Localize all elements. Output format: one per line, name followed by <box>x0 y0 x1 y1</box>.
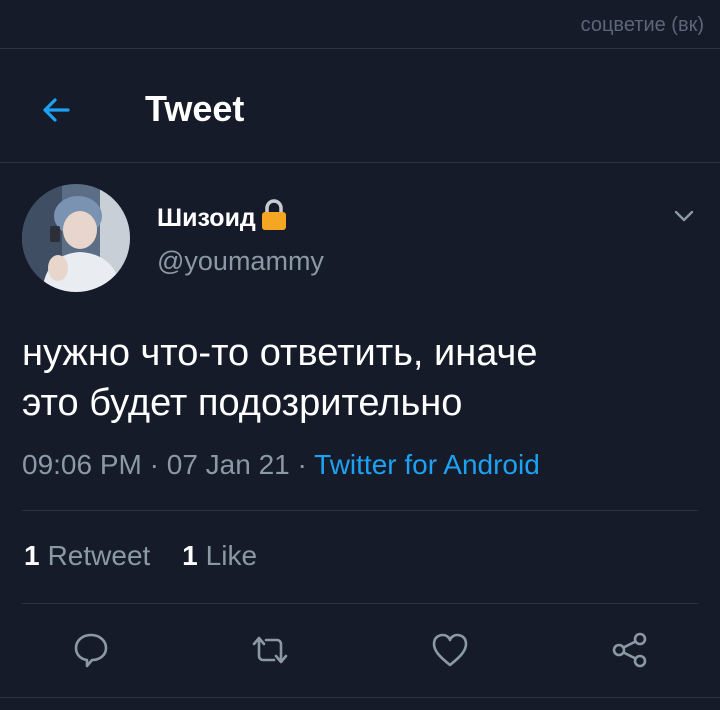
divider <box>22 510 698 511</box>
author-name[interactable]: Шизоид <box>157 198 288 239</box>
tweet-stats: 1 Retweet 1 Like <box>24 540 281 572</box>
tweet-text-line: нужно что-то ответить, иначе <box>22 332 538 374</box>
avatar[interactable] <box>22 184 130 292</box>
tweet-meta: 09:06 PM · 07 Jan 21 · Twitter for Andro… <box>22 449 540 481</box>
author-name-text: Шизоид <box>157 204 256 232</box>
tweet-text: нужно что-то ответить, иначе это будет п… <box>22 328 702 428</box>
lock-icon <box>260 198 288 239</box>
retweet-label: Retweet <box>47 540 151 571</box>
back-button[interactable] <box>34 88 78 132</box>
like-button[interactable] <box>428 628 472 672</box>
like-label: Like <box>205 540 258 571</box>
reply-icon <box>74 633 108 668</box>
like-count: 1 <box>182 540 198 571</box>
likes-stat[interactable]: 1 Like <box>182 540 257 571</box>
tweet-time: 09:06 PM <box>22 449 142 480</box>
share-icon <box>612 632 647 668</box>
retweets-stat[interactable]: 1 Retweet <box>24 540 150 571</box>
avatar-image <box>22 184 130 292</box>
reply-button[interactable] <box>69 628 113 672</box>
meta-separator: · <box>289 449 315 480</box>
meta-separator: · <box>141 449 167 480</box>
share-button[interactable] <box>608 628 652 672</box>
page-title: Tweet <box>145 88 245 129</box>
divider <box>0 162 720 163</box>
more-options-button[interactable] <box>668 200 700 232</box>
divider <box>0 48 720 49</box>
divider <box>22 603 698 604</box>
arrow-left-icon <box>43 98 70 122</box>
retweet-count: 1 <box>24 540 40 571</box>
tweet-text-line: это будет подозрительно <box>22 382 463 424</box>
tweet-date: 07 Jan 21 <box>166 449 290 480</box>
tweet-source-link[interactable]: Twitter for Android <box>314 449 540 480</box>
retweet-button[interactable] <box>248 628 292 672</box>
retweet-icon <box>252 636 288 664</box>
header: Tweet <box>0 62 720 162</box>
divider <box>0 697 720 698</box>
author-handle[interactable]: @youmammy <box>157 246 324 277</box>
heart-icon <box>432 633 468 667</box>
watermark: соцветие (вк) <box>580 14 704 36</box>
chevron-down-icon <box>674 210 694 222</box>
